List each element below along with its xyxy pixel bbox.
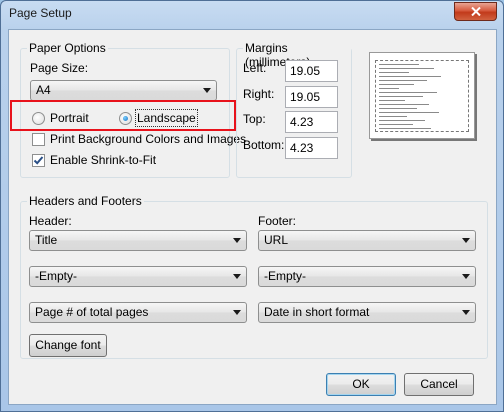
left-margin-input[interactable]: 19.05 <box>285 60 338 82</box>
top-margin-input[interactable]: 4.23 <box>285 111 338 133</box>
page-size-select[interactable]: A4 <box>30 80 217 101</box>
paper-options-legend: Paper Options <box>27 41 108 55</box>
ok-button[interactable]: OK <box>326 373 396 396</box>
page-setup-dialog: Page Setup Paper Options Page Size: A4 P… <box>0 0 504 412</box>
header-select-1[interactable]: Title <box>29 230 247 251</box>
headers-footers-group: Headers and Footers Header: Footer: Titl… <box>20 194 488 359</box>
header-select-3-value: Page # of total pages <box>35 305 149 319</box>
page-preview <box>369 52 475 139</box>
window-title: Page Setup <box>9 6 72 20</box>
page-size-value: A4 <box>36 83 51 97</box>
print-background-label[interactable]: Print Background Colors and Images <box>50 132 246 146</box>
right-margin-label: Right: <box>243 87 275 101</box>
cancel-button[interactable]: Cancel <box>404 373 474 396</box>
footer-select-3-value: Date in short format <box>264 305 370 319</box>
footer-select-2-value: -Empty- <box>264 269 306 283</box>
chevron-down-icon <box>462 310 470 315</box>
left-margin-label: Left: <box>243 61 267 75</box>
footer-select-1[interactable]: URL <box>258 230 476 251</box>
headers-footers-legend: Headers and Footers <box>27 194 144 208</box>
header-label: Header: <box>29 214 72 228</box>
header-select-1-value: Title <box>35 233 58 247</box>
preview-margin-outline <box>375 60 469 132</box>
chevron-down-icon <box>203 88 211 93</box>
margins-group: Margins (millimeters) Left: 19.05 Right:… <box>236 41 352 178</box>
page-size-label: Page Size: <box>30 61 89 75</box>
top-margin-label: Top: <box>243 112 266 126</box>
chevron-down-icon <box>233 274 241 279</box>
header-select-2[interactable]: -Empty- <box>29 266 247 287</box>
print-background-checkbox[interactable] <box>32 133 45 146</box>
header-select-3[interactable]: Page # of total pages <box>29 302 247 323</box>
chevron-down-icon <box>462 238 470 243</box>
chevron-down-icon <box>233 310 241 315</box>
checkmark-icon <box>33 156 44 165</box>
footer-select-3[interactable]: Date in short format <box>258 302 476 323</box>
chevron-down-icon <box>233 238 241 243</box>
orientation-highlight-box <box>10 100 236 131</box>
header-select-2-value: -Empty- <box>35 269 77 283</box>
close-icon <box>470 7 481 16</box>
right-margin-input[interactable]: 19.05 <box>285 86 338 108</box>
footer-select-1-value: URL <box>264 233 289 247</box>
bottom-margin-input[interactable]: 4.23 <box>285 137 338 159</box>
bottom-margin-label: Bottom: <box>243 138 285 152</box>
dialog-content: Paper Options Page Size: A4 Portrait Lan… <box>8 29 497 405</box>
footer-select-2[interactable]: -Empty- <box>258 266 476 287</box>
close-button[interactable] <box>454 2 497 21</box>
shrink-to-fit-checkbox[interactable] <box>32 154 45 167</box>
footer-label: Footer: <box>258 214 297 228</box>
title-bar[interactable]: Page Setup <box>1 1 503 29</box>
change-font-button[interactable]: Change font <box>29 334 107 357</box>
chevron-down-icon <box>462 274 470 279</box>
shrink-to-fit-label[interactable]: Enable Shrink-to-Fit <box>50 153 156 167</box>
